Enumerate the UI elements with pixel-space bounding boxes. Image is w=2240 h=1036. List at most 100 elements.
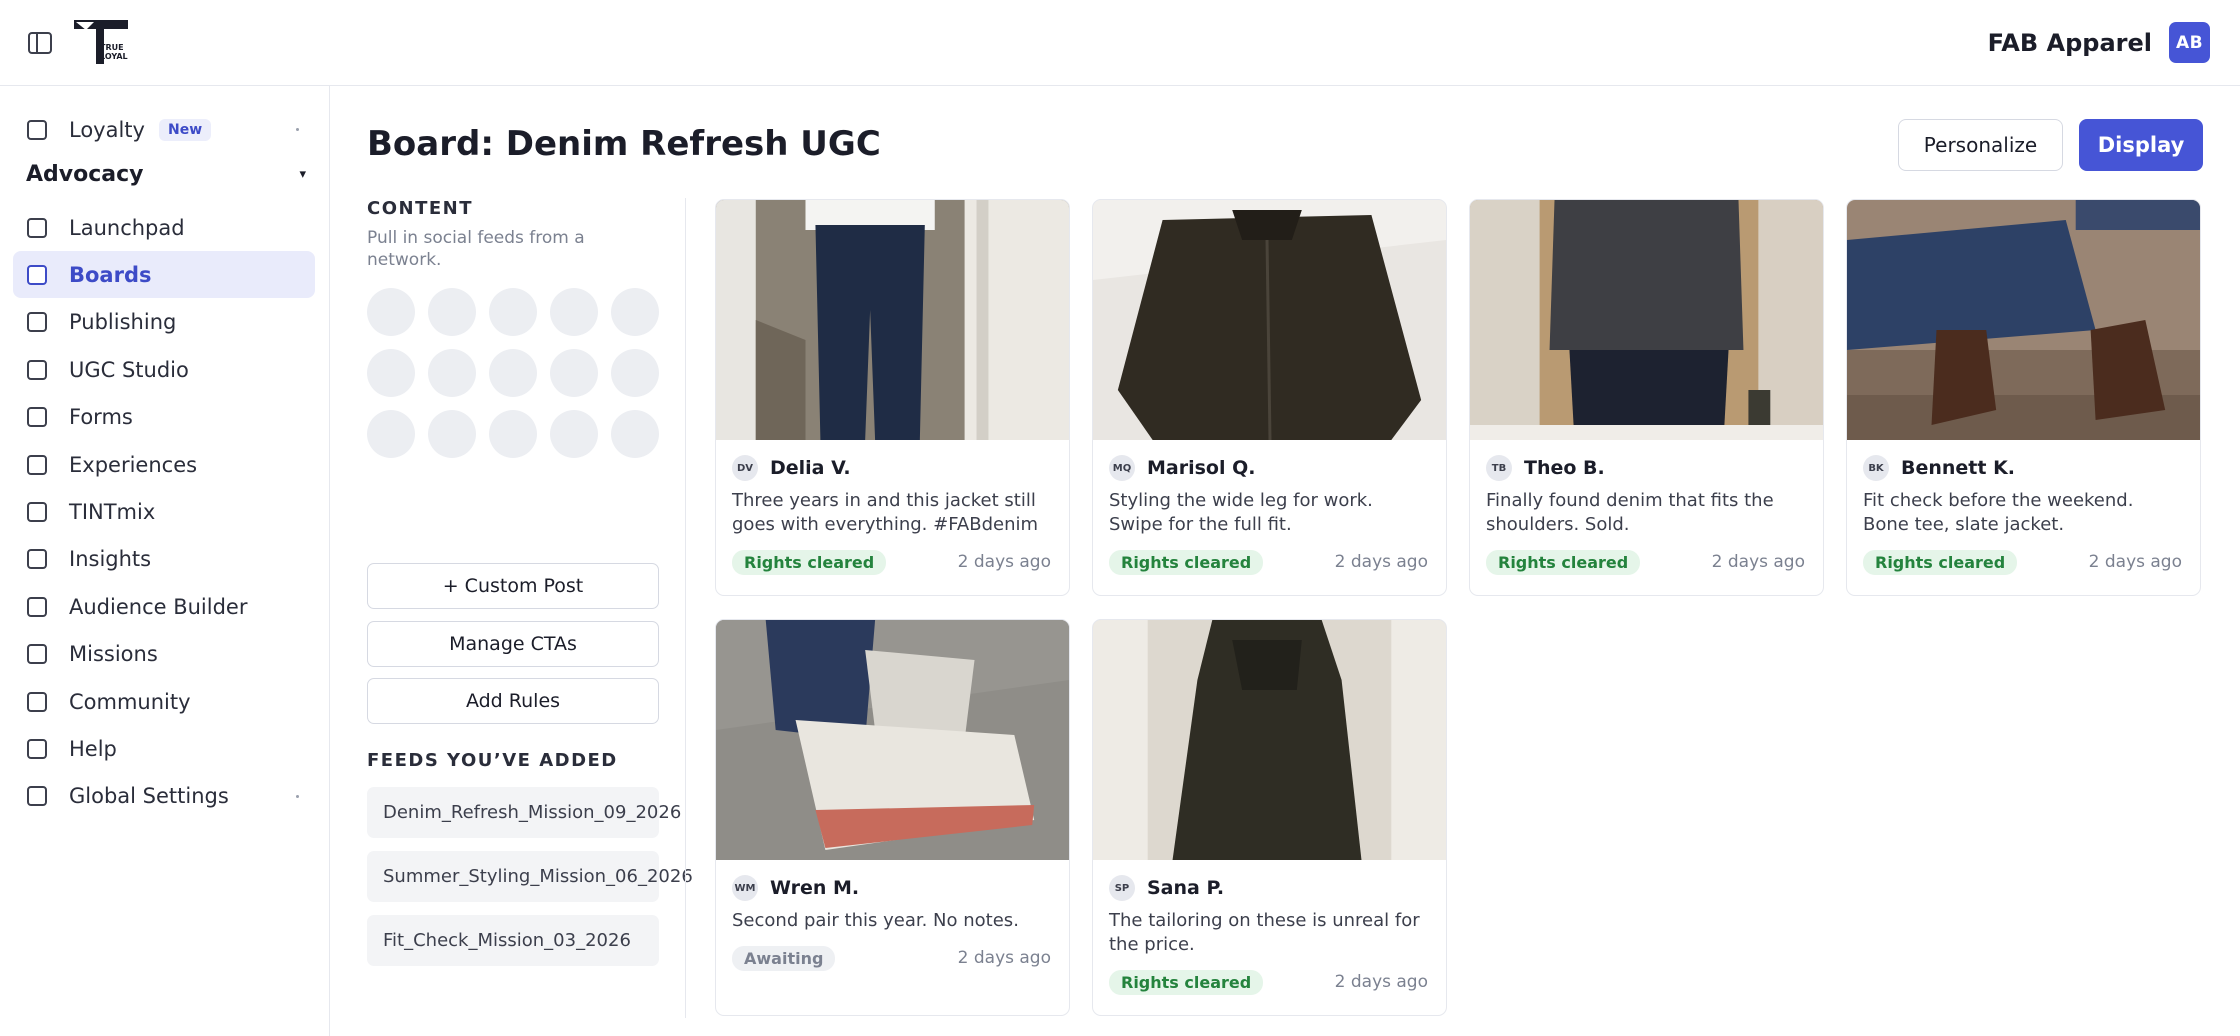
checkbox-icon <box>27 738 47 759</box>
post-card[interactable]: BK Bennett K. Fit check before the weeke… <box>1846 199 2201 596</box>
status-badge: Awaiting <box>732 946 836 971</box>
post-caption: Styling the wide leg for work. Swipe for… <box>1109 490 1373 535</box>
column-divider <box>685 198 686 1018</box>
post-card[interactable]: MQ Marisol Q. Styling the wide leg for w… <box>1092 199 1447 596</box>
svg-text:LOYAL: LOYAL <box>100 52 128 61</box>
add-rules-button[interactable]: Add Rules <box>367 678 659 724</box>
feeds-label: FEEDS YOU’VE ADDED <box>367 750 618 771</box>
network-source-icon[interactable] <box>489 410 537 458</box>
network-source-icon[interactable] <box>428 349 476 397</box>
post-card[interactable]: TB Theo B. Finally found denim that fits… <box>1469 199 1824 596</box>
author-name: Theo B. <box>1524 457 1605 479</box>
network-source-icon[interactable] <box>550 349 598 397</box>
svg-text:TRUE: TRUE <box>100 43 124 52</box>
network-source-icon[interactable] <box>367 410 415 458</box>
caret-down-icon: ▾ <box>299 166 306 182</box>
sidebar-item-label: Audience Builder <box>69 594 248 619</box>
post-caption: Finally found denim that fits the should… <box>1486 490 1774 535</box>
checkbox-icon <box>27 407 47 428</box>
checkbox-icon <box>27 264 47 285</box>
expand-dot-icon <box>296 794 299 798</box>
custom-post-button[interactable]: + Custom Post <box>367 563 659 609</box>
sidebar-item-boards[interactable]: Boards <box>13 251 315 299</box>
checkbox-icon <box>27 691 47 712</box>
page-title: Board: Denim Refresh UGC <box>367 124 881 164</box>
post-photo[interactable] <box>1470 200 1823 440</box>
new-badge: New <box>158 118 212 141</box>
author-avatar: TB <box>1486 455 1512 481</box>
network-source-icon[interactable] <box>367 349 415 397</box>
feed-item[interactable]: Denim_Refresh_Mission_09_2026 <box>367 787 681 838</box>
author-avatar: SP <box>1109 875 1135 901</box>
sidebar-item-label: Boards <box>69 262 152 287</box>
post-photo[interactable] <box>716 200 1069 440</box>
sidebar-toggle-icon[interactable] <box>26 29 54 57</box>
sidebar-item-experiences[interactable]: Experiences <box>13 441 315 488</box>
post-card[interactable]: SP Sana P. The tailoring on these is unr… <box>1092 619 1447 1016</box>
personalize-button[interactable]: Personalize <box>1898 119 2063 171</box>
network-source-icon[interactable] <box>367 288 415 336</box>
post-caption: Fit check before the weekend. Bone tee, … <box>1863 490 2134 535</box>
sidebar-item-label: Publishing <box>69 310 177 335</box>
post-photo[interactable] <box>1093 200 1446 440</box>
post-photo[interactable] <box>1093 620 1446 860</box>
sidebar-item-insights[interactable]: Insights <box>13 536 315 583</box>
sidebar-item-loyalty[interactable]: Loyalty New <box>13 106 315 153</box>
sidebar-item-audience-builder[interactable]: Audience Builder <box>13 583 315 630</box>
checkbox-icon <box>27 596 47 617</box>
sidebar-item-ugc-studio[interactable]: UGC Studio <box>13 346 315 393</box>
author-name: Bennett K. <box>1901 457 2016 479</box>
sidebar-item-publishing[interactable]: Publishing <box>13 299 315 346</box>
post-time: 2 days ago <box>957 552 1051 572</box>
content-subtitle: Pull in social feeds from a network. <box>367 228 585 270</box>
sidebar-item-forms[interactable]: Forms <box>13 394 315 441</box>
content-label: CONTENT <box>367 198 473 219</box>
post-card[interactable]: WM Wren M. Second pair this year. No not… <box>715 619 1070 1016</box>
display-button[interactable]: Display <box>2079 119 2203 171</box>
checkbox-icon <box>27 312 47 333</box>
sidebar-item-help[interactable]: Help <box>13 725 315 772</box>
sidebar-section-advocacy[interactable]: Advocacy ▾ <box>26 158 306 190</box>
author-avatar: DV <box>732 455 758 481</box>
sidebar-item-tintmix[interactable]: TINTmix <box>13 488 315 535</box>
post-photo[interactable] <box>716 620 1069 860</box>
sidebar-item-label: Missions <box>69 642 158 667</box>
post-photo[interactable] <box>1847 200 2200 440</box>
status-badge: Rights cleared <box>1109 970 1264 995</box>
post-time: 2 days ago <box>1711 552 1805 572</box>
checkbox-icon <box>27 644 47 665</box>
feed-item[interactable]: Fit_Check_Mission_03_2026 <box>367 915 659 966</box>
author-name: Sana P. <box>1147 877 1225 899</box>
post-time: 2 days ago <box>957 948 1051 968</box>
network-source-icon[interactable] <box>489 288 537 336</box>
manage-ctas-button[interactable]: Manage CTAs <box>367 621 659 667</box>
sidebar-item-label: Global Settings <box>69 784 229 809</box>
network-source-icon[interactable] <box>550 410 598 458</box>
brand-logo[interactable]: TRUE LOYAL <box>74 20 128 64</box>
author-name: Delia V. <box>770 457 851 479</box>
post-time: 2 days ago <box>1334 972 1428 992</box>
sidebar-item-label: UGC Studio <box>69 357 189 382</box>
sidebar-item-label: Insights <box>69 547 152 572</box>
network-source-icon[interactable] <box>428 288 476 336</box>
sidebar-item-community[interactable]: Community <box>13 678 315 725</box>
post-time: 2 days ago <box>1334 552 1428 572</box>
post-caption: The tailoring on these is unreal for the… <box>1109 910 1420 955</box>
author-avatar: WM <box>732 875 758 901</box>
status-badge: Rights cleared <box>1486 550 1641 575</box>
post-caption: Three years in and this jacket still goe… <box>732 490 1039 535</box>
checkbox-icon <box>27 217 47 238</box>
sidebar-item-global-settings[interactable]: Global Settings <box>13 773 315 820</box>
network-source-icon[interactable] <box>489 349 537 397</box>
sidebar-item-launchpad[interactable]: Launchpad <box>13 204 315 251</box>
network-source-icon[interactable] <box>428 410 476 458</box>
company-name[interactable]: FAB Apparel <box>1988 27 2152 59</box>
network-source-icon[interactable] <box>611 349 659 397</box>
sidebar-item-missions[interactable]: Missions <box>13 631 315 678</box>
feed-item[interactable]: Summer_Styling_Mission_06_2026 <box>367 851 693 902</box>
user-avatar[interactable]: AB <box>2169 22 2210 63</box>
post-card[interactable]: DV Delia V. Three years in and this jack… <box>715 199 1070 596</box>
network-source-icon[interactable] <box>611 410 659 458</box>
network-source-icon[interactable] <box>611 288 659 336</box>
network-source-icon[interactable] <box>550 288 598 336</box>
